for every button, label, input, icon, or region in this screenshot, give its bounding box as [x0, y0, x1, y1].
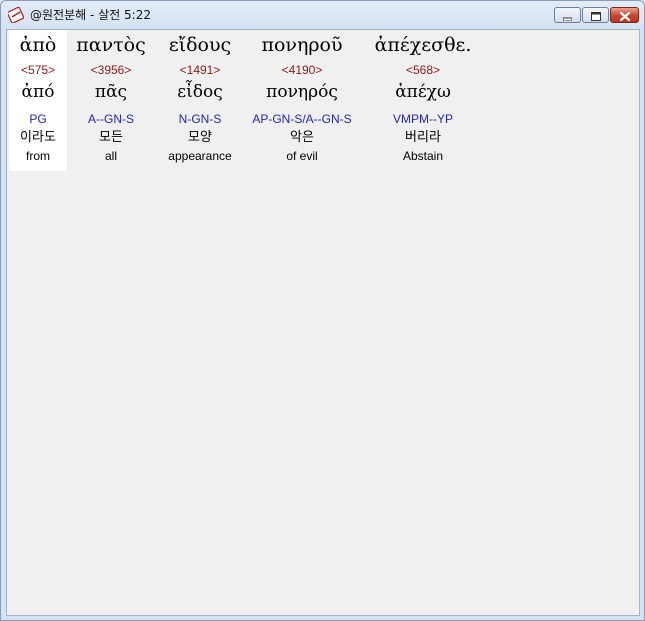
lemma: ἀπέχω	[395, 82, 451, 102]
strong-number: <4190>	[281, 63, 323, 77]
minimize-icon	[562, 6, 573, 25]
korean-gloss: 악은	[290, 130, 314, 145]
english-gloss: all	[104, 149, 117, 163]
lemma: εἶδος	[177, 82, 223, 102]
parsing-panel[interactable]: ἀπὸ <575> ἀπό PG 이라도 from παντὸς <3956> …	[6, 29, 640, 616]
maximize-button[interactable]	[582, 7, 609, 23]
greek-word: πονηροῦ	[261, 34, 343, 56]
parse-code: N-GN-S	[178, 112, 222, 126]
korean-gloss: 모양	[188, 130, 212, 145]
word-column-2[interactable]: παντὸς <3956> πᾶς A--GN-S 모든 all	[69, 30, 153, 171]
strong-number: <568>	[405, 63, 441, 77]
strong-number: <575>	[20, 63, 56, 77]
strong-number: <3956>	[90, 63, 132, 77]
parse-code: AP-GN-S/A--GN-S	[252, 112, 352, 126]
word-column-1[interactable]: ἀπὸ <575> ἀπό PG 이라도 from	[9, 30, 67, 171]
english-gloss: appearance	[168, 149, 232, 163]
lemma: πονηρός	[266, 82, 338, 102]
english-gloss: Abstain	[402, 149, 444, 163]
parse-code: A--GN-S	[88, 112, 134, 126]
close-icon	[619, 6, 630, 25]
maximize-icon	[590, 6, 601, 25]
close-button[interactable]	[610, 7, 639, 23]
korean-gloss: 버리라	[405, 130, 441, 145]
strong-number: <1491>	[179, 63, 221, 77]
english-gloss: from	[26, 149, 50, 163]
greek-word: ἀπὸ	[19, 34, 57, 56]
app-icon[interactable]	[6, 6, 25, 24]
word-column-5[interactable]: ἀπέχεσθε. <568> ἀπέχω VMPM--YP 버리라 Absta…	[365, 30, 481, 171]
greek-word: εἴδους	[168, 34, 232, 56]
korean-gloss: 이라도	[20, 130, 56, 145]
greek-word: ἀπέχεσθε.	[374, 34, 472, 56]
app-window: @원전분해 - 살전 5:22 ἀπὸ <575> ἀπό PG 이라도 fro…	[0, 0, 645, 621]
window-title: @원전분해 - 살전 5:22	[30, 8, 151, 22]
greek-word: παντὸς	[76, 34, 146, 56]
lemma: πᾶς	[94, 82, 128, 102]
minimize-button[interactable]	[554, 7, 581, 23]
lemma: ἀπό	[21, 82, 55, 102]
caption-buttons	[554, 7, 639, 24]
english-gloss: of evil	[286, 149, 318, 163]
korean-gloss: 모든	[99, 130, 123, 145]
title-bar[interactable]: @원전분해 - 살전 5:22	[1, 1, 644, 29]
parse-code: PG	[29, 112, 47, 126]
parse-code: VMPM--YP	[393, 112, 453, 126]
word-column-4[interactable]: πονηροῦ <4190> πονηρός AP-GN-S/A--GN-S 악…	[245, 30, 359, 171]
word-column-3[interactable]: εἴδους <1491> εἶδος N-GN-S 모양 appearance	[157, 30, 243, 171]
